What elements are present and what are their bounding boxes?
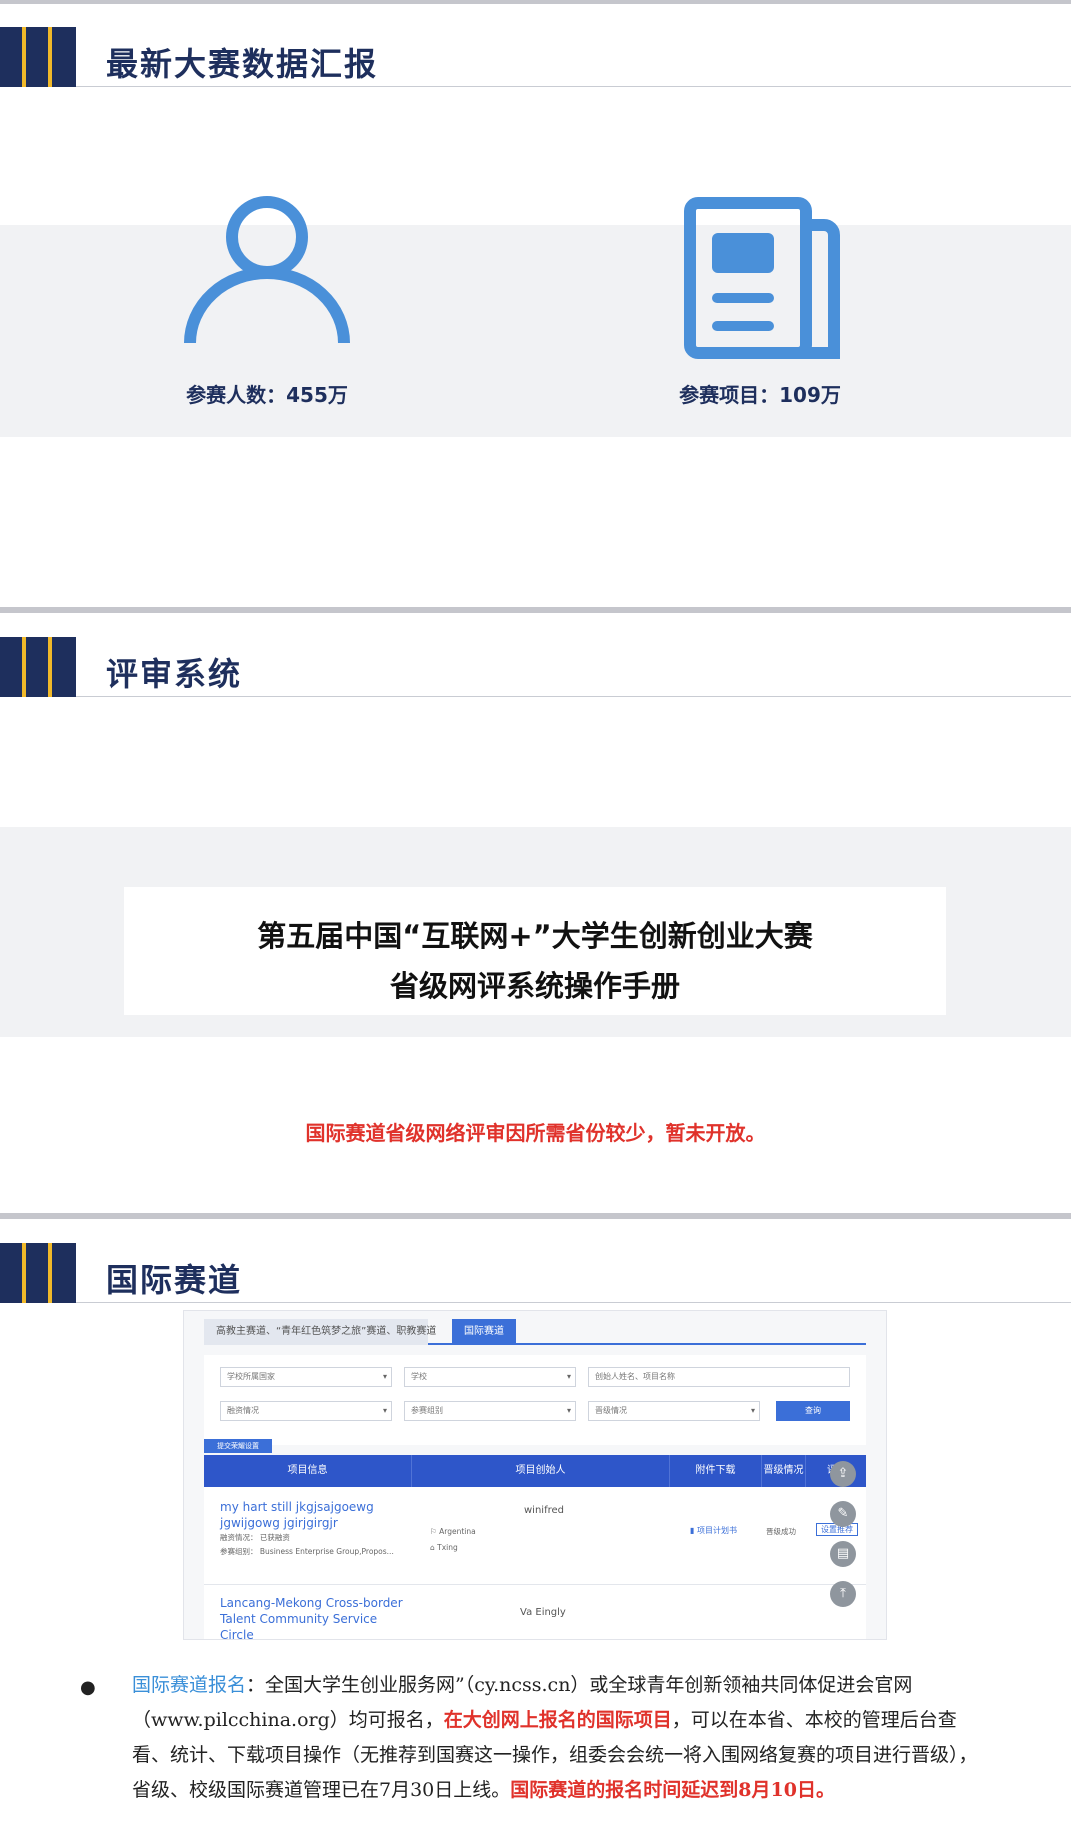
school-info: ⌂ Txing	[430, 1543, 458, 1552]
document-icon	[684, 197, 840, 359]
projects-count: 参赛项目：109万	[679, 383, 841, 407]
review-notice: 国际赛道省级网络评审因所需省份较少，暂未开放。	[305, 1121, 766, 1145]
note-colon: ：	[246, 1674, 266, 1696]
col-founder: 项目创始人	[412, 1455, 670, 1487]
note-paragraph: 国际赛道报名：全国大学生创业服务网”（cy.ncss.cn）或全球青年创新领袖共…	[132, 1668, 980, 1808]
founder-name: Va Eingly	[520, 1607, 566, 1618]
manual-title-line2: 省级网评系统操作手册	[389, 969, 680, 1003]
filter-panel: 学校所属国家 学校 创始人姓名、项目名称 融资情况 参赛组别 晋级情况 查询	[204, 1355, 866, 1445]
tab-main-tracks[interactable]: 高教主赛道、“青年红色筑梦之旅”赛道、职教赛道	[204, 1319, 436, 1345]
section-header-international: 国际赛道	[0, 1243, 1071, 1303]
stats-band	[0, 225, 1071, 437]
table-row: Lancang-Mekong Cross-border Talent Commu…	[204, 1585, 866, 1639]
share-icon[interactable]: ⇪	[830, 1461, 856, 1487]
project-info: Lancang-Mekong Cross-border Talent Commu…	[220, 1595, 410, 1639]
project-title-cont[interactable]: jgwijgowg jgirjgirgjr	[220, 1515, 410, 1531]
track-tabs: 高教主赛道、“青年红色筑梦之旅”赛道、职教赛道 国际赛道	[204, 1319, 866, 1345]
note-label: 国际赛道报名	[132, 1674, 247, 1696]
settings-button[interactable]: 提交荣耀设置	[204, 1439, 272, 1453]
review-panel: 第五届中国“互联网+”大学生创新创业大赛 省级网评系统操作手册 国际赛道省级网络…	[0, 697, 1071, 1213]
col-attachment: 附件下载	[670, 1455, 762, 1487]
person-icon	[184, 196, 350, 344]
col-project-info: 项目信息	[204, 1455, 412, 1487]
manual-cover: 第五届中国“互联网+”大学生创新创业大赛 省级网评系统操作手册	[124, 887, 946, 1015]
query-button[interactable]: 查询	[776, 1401, 850, 1421]
project-title[interactable]: my hart still jkgjsajgoewg	[220, 1499, 410, 1515]
manual-title-line1: 第五届中国“互联网+”大学生创新创业大赛	[257, 919, 813, 953]
school-country-select[interactable]: 学校所属国家	[220, 1367, 392, 1387]
project-info: my hart still jkgjsajgoewg jgwijgowg jgi…	[220, 1499, 410, 1559]
section-title: 评审系统	[106, 655, 243, 693]
note-highlight2: 国际赛道的报名时间延迟到8月10日。	[510, 1779, 835, 1801]
founder-name: winifred	[524, 1505, 564, 1516]
project-title-cont[interactable]: Talent Community Service	[220, 1611, 410, 1627]
promotion-select[interactable]: 晋级情况	[588, 1401, 760, 1421]
header-bars-decoration	[0, 27, 76, 87]
funding-info: 融资情况： 已获融资	[220, 1533, 290, 1542]
note-icon[interactable]: ▤	[830, 1541, 856, 1567]
table-header: 项目信息 项目创始人 附件下载 晋级情况 评审	[204, 1455, 866, 1487]
stats-panel: 参赛人数：455万 参赛项目：109万	[0, 87, 1071, 607]
participants-count: 参赛人数：455万	[186, 383, 348, 407]
section-divider	[0, 1213, 1071, 1219]
edit-icon[interactable]: ✎	[830, 1501, 856, 1527]
group-info: 参赛组别： Business Enterprise Group,Propos..…	[220, 1547, 394, 1556]
top-divider	[0, 0, 1071, 4]
section-header-review: 评审系统	[0, 637, 1071, 697]
note-highlight1: 在大创网上报名的国际项目	[443, 1709, 672, 1731]
header-bars-decoration	[0, 637, 76, 697]
promotion-status: 晋级成功	[766, 1527, 796, 1536]
project-title-cont[interactable]: Circle	[220, 1627, 410, 1639]
to-top-icon[interactable]: ⤒	[830, 1581, 856, 1607]
school-select[interactable]: 学校	[404, 1367, 576, 1387]
header-bars-decoration	[0, 1243, 76, 1303]
international-registration-note: ● 国际赛道报名：全国大学生创业服务网”（cy.ncss.cn）或全球青年创新领…	[80, 1668, 980, 1808]
section-title: 最新大赛数据汇报	[106, 45, 379, 83]
attachment-link[interactable]: ▮ 项目计划书	[690, 1525, 737, 1536]
funding-select[interactable]: 融资情况	[220, 1401, 392, 1421]
section-title: 国际赛道	[106, 1261, 243, 1299]
section-header-stats: 最新大赛数据汇报	[0, 27, 1071, 87]
section-divider	[0, 607, 1071, 613]
search-input[interactable]: 创始人姓名、项目名称	[588, 1367, 850, 1387]
col-status: 晋级情况	[762, 1455, 806, 1487]
project-title[interactable]: Lancang-Mekong Cross-border	[220, 1595, 410, 1611]
table-row: my hart still jkgjsajgoewg jgwijgowg jgi…	[204, 1487, 866, 1585]
country-info: ⚐ Argentina	[430, 1527, 476, 1536]
admin-screenshot: 高教主赛道、“青年红色筑梦之旅”赛道、职教赛道 国际赛道 学校所属国家 学校 创…	[183, 1310, 887, 1640]
tab-international[interactable]: 国际赛道	[452, 1319, 516, 1345]
group-select[interactable]: 参赛组别	[404, 1401, 576, 1421]
bullet-dot: ●	[80, 1677, 96, 1698]
